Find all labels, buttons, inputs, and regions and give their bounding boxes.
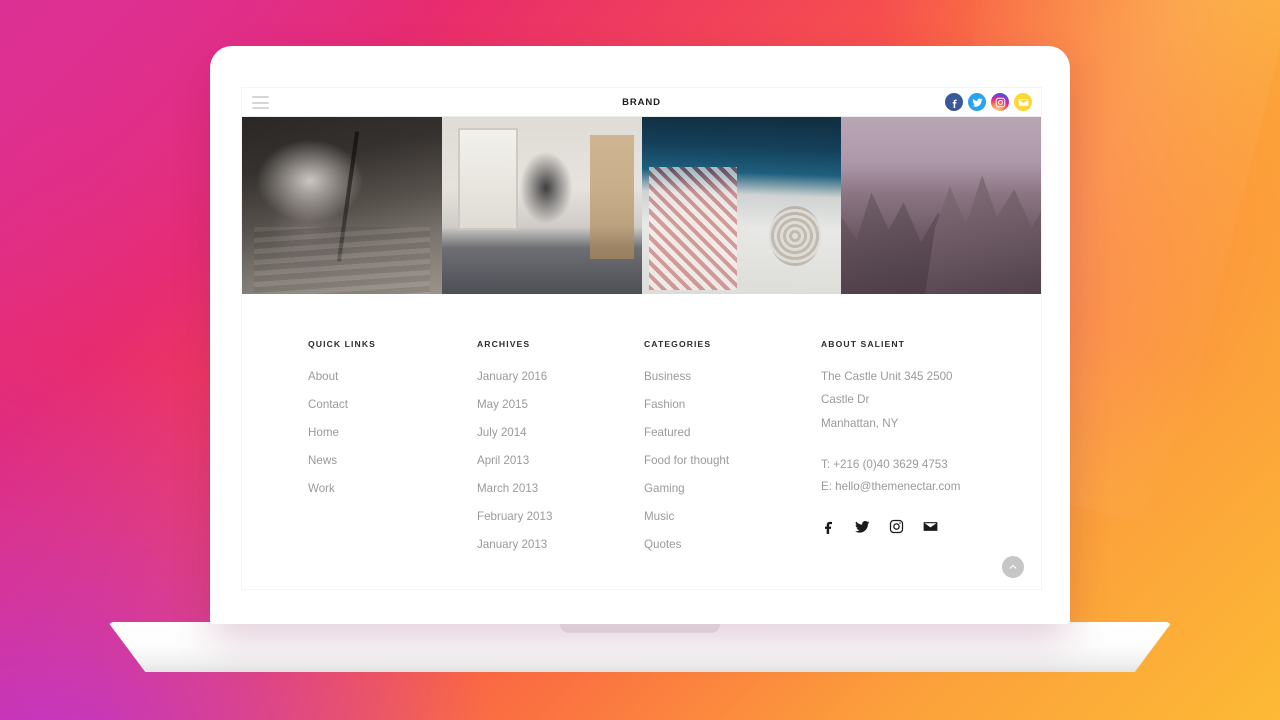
page-background: BRAND QUICK LINKS About Contact Home New…: [0, 0, 1280, 720]
footer-column-categories: CATEGORIES Business Fashion Featured Foo…: [644, 339, 821, 566]
footer-column-archives: ARCHIVES January 2016 May 2015 July 2014…: [477, 339, 644, 566]
footer-link-archive-january-2013[interactable]: January 2013: [477, 538, 644, 551]
laptop-screen: BRAND QUICK LINKS About Contact Home New…: [242, 88, 1041, 589]
facebook-icon[interactable]: [945, 93, 963, 111]
footer-heading-quick-links: QUICK LINKS: [308, 339, 376, 349]
footer-link-archive-february-2013[interactable]: February 2013: [477, 510, 644, 523]
footer-heading-archives: ARCHIVES: [477, 339, 531, 349]
footer-link-category-food-for-thought[interactable]: Food for thought: [644, 454, 821, 467]
footer-link-news[interactable]: News: [308, 454, 477, 467]
twitter-icon[interactable]: [968, 93, 986, 111]
footer-link-archive-march-2013[interactable]: March 2013: [477, 482, 644, 495]
footer-link-category-featured[interactable]: Featured: [644, 426, 821, 439]
image-strip: [242, 117, 1041, 294]
about-email[interactable]: E: hello@themenectar.com: [821, 480, 1021, 493]
footer-column-quick-links: QUICK LINKS About Contact Home News Work: [308, 339, 477, 566]
scroll-to-top-button[interactable]: [1002, 556, 1024, 578]
site-footer: QUICK LINKS About Contact Home News Work…: [242, 294, 1041, 589]
chevron-up-icon: [1009, 565, 1017, 569]
footer-link-archive-january-2016[interactable]: January 2016: [477, 370, 644, 383]
footer-link-category-music[interactable]: Music: [644, 510, 821, 523]
header-social-links: [945, 93, 1032, 111]
image-mountain-peaks[interactable]: [841, 117, 1041, 294]
about-contact-block: T: +216 (0)40 3629 4753 E: hello@themene…: [821, 458, 1021, 493]
brand-title: BRAND: [622, 96, 661, 108]
instagram-icon[interactable]: [991, 93, 1009, 111]
facebook-icon[interactable]: [821, 519, 836, 535]
email-icon[interactable]: [1014, 93, 1032, 111]
site-header: BRAND: [242, 88, 1041, 117]
hamburger-line: [252, 107, 269, 109]
hamburger-line: [252, 96, 269, 98]
hamburger-menu-icon[interactable]: [252, 96, 269, 109]
footer-link-home[interactable]: Home: [308, 426, 477, 439]
image-man-in-workshop[interactable]: [441, 117, 642, 294]
about-address-line-2: Castle Dr: [821, 393, 870, 407]
about-address-line-1: The Castle Unit 345 2500: [821, 370, 953, 383]
about-phone[interactable]: T: +216 (0)40 3629 4753: [821, 458, 1021, 471]
footer-link-about[interactable]: About: [308, 370, 477, 383]
email-icon[interactable]: [923, 519, 938, 534]
footer-link-archive-april-2013[interactable]: April 2013: [477, 454, 644, 467]
footer-columns: QUICK LINKS About Contact Home News Work…: [242, 339, 1041, 566]
footer-heading-about-salient: ABOUT SALIENT: [821, 339, 906, 349]
image-cyclist-carrying-bike[interactable]: [242, 117, 442, 294]
footer-link-work[interactable]: Work: [308, 482, 477, 495]
footer-column-about: ABOUT SALIENT The Castle Unit 345 2500 C…: [821, 339, 1021, 566]
instagram-icon[interactable]: [889, 519, 904, 534]
footer-heading-categories: CATEGORIES: [644, 339, 712, 349]
footer-link-category-gaming[interactable]: Gaming: [644, 482, 821, 495]
hamburger-line: [252, 101, 269, 104]
image-feet-up-on-boat[interactable]: [641, 117, 842, 294]
twitter-icon[interactable]: [855, 519, 870, 534]
footer-link-category-fashion[interactable]: Fashion: [644, 398, 821, 411]
footer-link-contact[interactable]: Contact: [308, 398, 477, 411]
about-address-line-3: Manhattan, NY: [821, 416, 899, 430]
footer-link-archive-may-2015[interactable]: May 2015: [477, 398, 644, 411]
footer-link-archive-july-2014[interactable]: July 2014: [477, 426, 644, 439]
footer-link-category-quotes[interactable]: Quotes: [644, 538, 821, 551]
footer-social-links: [821, 519, 1021, 535]
footer-link-category-business[interactable]: Business: [644, 370, 821, 383]
